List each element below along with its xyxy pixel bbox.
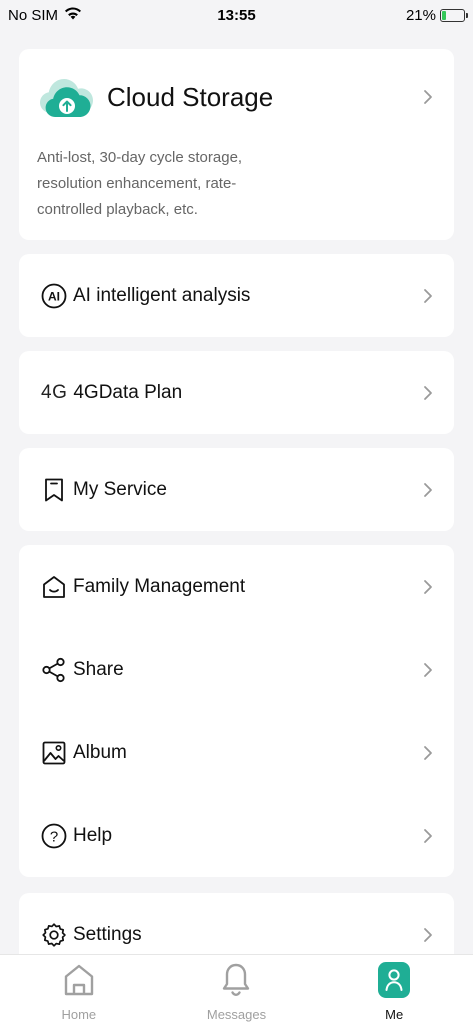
share-icon [41,657,67,683]
ai-analysis-label: AI intelligent analysis [73,284,251,306]
tab-messages[interactable]: Messages [176,961,296,1022]
4g-icon: 4G [41,381,68,403]
wifi-icon [64,6,82,24]
share-label: Share [73,658,124,680]
menu-item-family-management[interactable]: Family Management [19,545,454,628]
menu-item-help[interactable]: ? Help [19,794,454,877]
chevron-right-icon [422,482,434,498]
chevron-right-icon [422,828,434,844]
status-bar: No SIM 13:55 21% [0,0,473,30]
me-page-content: Cloud Storage Anti-lost, 30-day cycle st… [0,30,473,954]
my-service-label: My Service [73,478,167,500]
carrier-label: No SIM [8,6,59,24]
battery-fill [442,10,447,20]
cloud-upload-icon [37,73,95,121]
cloud-storage-title: Cloud Storage [107,81,274,112]
chevron-right-icon [422,89,434,105]
menu-group-card: Family Management Share Album ? Help [19,545,454,877]
chevron-right-icon [422,662,434,678]
home-smile-icon [41,574,67,600]
chevron-right-icon [422,927,434,943]
status-right: 21% [315,6,468,24]
help-icon: ? [41,823,67,849]
menu-item-settings[interactable]: Settings [19,893,454,954]
tab-home[interactable]: Home [19,961,139,1022]
menu-item-my-service[interactable]: My Service [19,448,454,531]
me-tab-icon [377,961,411,999]
settings-label: Settings [73,923,142,945]
tab-me-label: Me [385,1007,404,1022]
image-icon [41,740,67,766]
ai-analysis-card[interactable]: AI AI intelligent analysis [19,254,454,337]
my-service-card[interactable]: My Service [19,448,454,531]
tab-messages-label: Messages [206,1007,267,1022]
menu-item-ai-analysis[interactable]: AI AI intelligent analysis [19,254,454,337]
album-label: Album [73,741,127,763]
chevron-right-icon [422,288,434,304]
cloud-storage-header[interactable]: Cloud Storage [19,49,454,145]
menu-item-share[interactable]: Share [19,628,454,711]
menu-item-album[interactable]: Album [19,711,454,794]
menu-item-data-plan[interactable]: 4G 4GData Plan [19,351,454,434]
chevron-right-icon [422,579,434,595]
tab-me[interactable]: Me [334,961,454,1022]
gear-icon [41,922,67,948]
battery-percent: 21% [405,6,436,24]
ai-icon-text: AI [48,289,60,303]
data-plan-card[interactable]: 4G 4GData Plan [19,351,454,434]
cloud-storage-description: Anti-lost, 30-day cycle storage, resolut… [37,149,243,218]
status-left: No SIM [8,6,158,24]
cloud-storage-card[interactable]: Cloud Storage Anti-lost, 30-day cycle st… [19,49,454,240]
battery-icon [440,8,468,22]
home-icon [62,961,96,999]
clock: 13:55 [217,6,256,24]
ai-icon: AI [41,283,67,309]
tab-home-label: Home [61,1007,97,1022]
chevron-right-icon [422,745,434,761]
help-label: Help [73,824,113,846]
bookmark-icon [41,477,67,503]
user-icon [378,962,411,998]
data-plan-label: 4GData Plan [73,381,183,403]
help-icon-text: ? [50,828,58,845]
bottom-tab-bar: Home Messages Me [0,954,473,1024]
settings-card[interactable]: Settings [19,893,454,954]
chevron-right-icon [422,385,434,401]
family-management-label: Family Management [73,575,246,597]
bell-icon [219,961,253,999]
